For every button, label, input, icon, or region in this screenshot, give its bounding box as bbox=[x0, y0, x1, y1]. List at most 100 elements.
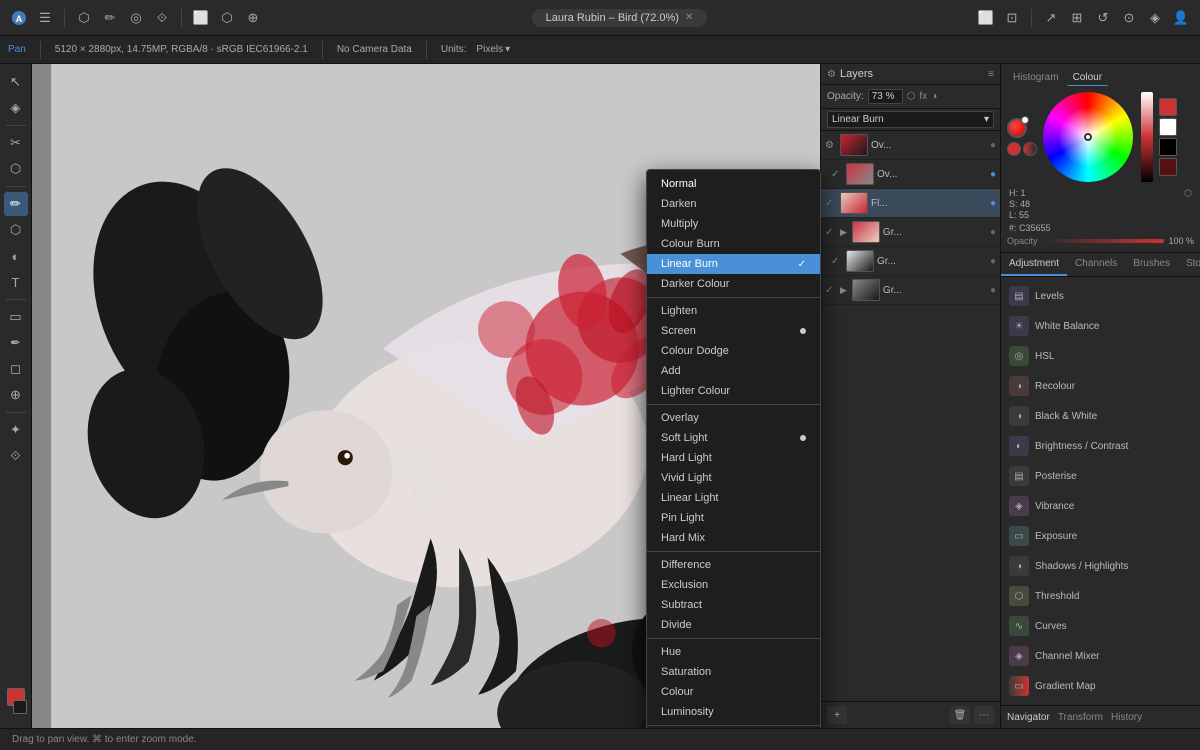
crop-tool[interactable]: ✂ bbox=[4, 131, 28, 155]
export-icon[interactable]: ⊞ bbox=[1066, 7, 1088, 29]
tool-icon-2[interactable]: ✏ bbox=[99, 7, 121, 29]
move-tool[interactable]: ↖ bbox=[4, 70, 28, 94]
visibility-icon[interactable]: ✓ bbox=[825, 227, 837, 238]
layer-options-button[interactable]: ⋯ bbox=[974, 706, 994, 724]
opacity-slider[interactable] bbox=[1042, 239, 1165, 243]
adj-bw[interactable]: ◑ Black & White bbox=[1005, 401, 1196, 431]
visibility-icon[interactable]: ⚙ bbox=[825, 140, 837, 151]
blend-vivid-light[interactable]: Vivid Light bbox=[647, 468, 820, 488]
mask-icon[interactable]: ◑ bbox=[931, 91, 937, 102]
blend-colour-dodge[interactable]: Colour Dodge bbox=[647, 341, 820, 361]
blend-normal[interactable]: Normal bbox=[647, 174, 820, 194]
paint-tool[interactable]: ⬡ bbox=[4, 218, 28, 242]
pen-tool[interactable]: ✒ bbox=[4, 331, 28, 355]
blend-linear-burn[interactable]: Linear Burn ✓ bbox=[647, 254, 820, 274]
fill-tool[interactable]: ◐ bbox=[4, 244, 28, 268]
layer-settings-icon[interactable]: ⚙ bbox=[827, 69, 836, 80]
group-arrow-icon[interactable]: ▶ bbox=[840, 227, 847, 238]
canvas-area[interactable]: ⚙ Layers ≡ Opacity: ⬡ fx ◑ Linear Burn ▾ bbox=[32, 64, 1000, 728]
tab-transform[interactable]: Transform bbox=[1058, 712, 1103, 723]
eyedropper-tool[interactable]: ✦ bbox=[4, 418, 28, 442]
blend-hue[interactable]: Hue bbox=[647, 642, 820, 662]
tab-stock[interactable]: Stock bbox=[1178, 253, 1200, 276]
tool-icon-5[interactable]: ⬜ bbox=[190, 7, 212, 29]
blend-colour[interactable]: Colour bbox=[647, 682, 820, 702]
adj-threshold[interactable]: ⬡ Threshold bbox=[1005, 581, 1196, 611]
tab-brushes[interactable]: Brushes bbox=[1125, 253, 1178, 276]
layer-item[interactable]: ⚙ Ov... ● bbox=[821, 131, 1000, 160]
view-icon-2[interactable]: ⊡ bbox=[1001, 7, 1023, 29]
tab-history[interactable]: History bbox=[1111, 712, 1142, 723]
selection-tool[interactable]: ◻ bbox=[4, 357, 28, 381]
opacity-input[interactable] bbox=[868, 89, 903, 104]
adj-recolour[interactable]: ◑ Recolour bbox=[1005, 371, 1196, 401]
adj-curves[interactable]: ∿ Curves bbox=[1005, 611, 1196, 641]
node-tool[interactable]: ◈ bbox=[4, 96, 28, 120]
alpha-lock-icon[interactable]: ⬡ bbox=[907, 91, 916, 102]
blend-soft-light[interactable]: Soft Light bbox=[647, 428, 820, 448]
blend-colour-burn[interactable]: Colour Burn bbox=[647, 234, 820, 254]
visibility-icon[interactable]: ✓ bbox=[831, 169, 843, 180]
adj-shadows[interactable]: ◑ Shadows / Highlights bbox=[1005, 551, 1196, 581]
visibility-icon[interactable]: ✓ bbox=[825, 198, 837, 209]
adj-brightness[interactable]: ◐ Brightness / Contrast bbox=[1005, 431, 1196, 461]
adj-gradient-map[interactable]: ▭ Gradient Map bbox=[1005, 671, 1196, 701]
tool-icon-6[interactable]: ⬡ bbox=[216, 7, 238, 29]
blend-pin-light[interactable]: Pin Light bbox=[647, 508, 820, 528]
adj-vibrance[interactable]: ◈ Vibrance bbox=[1005, 491, 1196, 521]
tab-channels[interactable]: Channels bbox=[1067, 253, 1125, 276]
tool-icon-3[interactable]: ◎ bbox=[125, 7, 147, 29]
visibility-icon[interactable]: ✓ bbox=[831, 256, 843, 267]
tab-navigator[interactable]: Navigator bbox=[1007, 712, 1050, 723]
shape-tool[interactable]: ▭ bbox=[4, 305, 28, 329]
layer-item[interactable]: ✓ Gr... ● bbox=[821, 247, 1000, 276]
colour-tab[interactable]: Colour bbox=[1067, 70, 1108, 86]
blend-mode-dropdown[interactable]: Normal Darken Multiply Colour Burn Linea… bbox=[646, 169, 821, 728]
blend-screen[interactable]: Screen bbox=[647, 321, 820, 341]
blend-linear-light[interactable]: Linear Light bbox=[647, 488, 820, 508]
blend-divide[interactable]: Divide bbox=[647, 615, 820, 635]
tool-icon-1[interactable]: ⬡ bbox=[73, 7, 95, 29]
share-icon[interactable]: ↗ bbox=[1040, 7, 1062, 29]
layer-item[interactable]: ✓ Ov... ● bbox=[821, 160, 1000, 189]
adj-white-balance[interactable]: ☀ White Balance bbox=[1005, 311, 1196, 341]
user-icon[interactable]: 👤 bbox=[1170, 7, 1192, 29]
blend-mode-button[interactable]: Linear Burn ▾ bbox=[827, 111, 994, 128]
swatch-white[interactable] bbox=[1159, 118, 1177, 136]
color-btn-1[interactable] bbox=[1007, 142, 1021, 156]
settings-icon-1[interactable]: ⊙ bbox=[1118, 7, 1140, 29]
view-icon-1[interactable]: ⬜ bbox=[975, 7, 997, 29]
zoom-tool[interactable]: ⊕ bbox=[4, 383, 28, 407]
swatch-black[interactable] bbox=[1159, 138, 1177, 156]
add-layer-button[interactable]: + bbox=[827, 706, 847, 724]
blend-lighter-colour[interactable]: Lighter Colour bbox=[647, 381, 820, 401]
color-btn-2[interactable] bbox=[1023, 142, 1037, 156]
histogram-tab[interactable]: Histogram bbox=[1007, 70, 1065, 86]
slice-tool[interactable]: ⬡ bbox=[4, 157, 28, 181]
blend-saturation[interactable]: Saturation bbox=[647, 662, 820, 682]
swatch-darkred[interactable] bbox=[1159, 158, 1177, 176]
blend-lighten[interactable]: Lighten bbox=[647, 301, 820, 321]
background-color[interactable] bbox=[13, 700, 27, 714]
settings-icon-2[interactable]: ◈ bbox=[1144, 7, 1166, 29]
group-arrow-icon[interactable]: ▶ bbox=[840, 285, 847, 296]
blend-overlay[interactable]: Overlay bbox=[647, 408, 820, 428]
blend-luminosity[interactable]: Luminosity bbox=[647, 702, 820, 722]
transform-tool[interactable]: ⟐ bbox=[4, 444, 28, 468]
blend-hard-mix[interactable]: Hard Mix bbox=[647, 528, 820, 548]
delete-layer-button[interactable]: 🗑 bbox=[950, 706, 970, 724]
blend-difference[interactable]: Difference bbox=[647, 555, 820, 575]
adj-channel-mixer[interactable]: ◈ Channel Mixer bbox=[1005, 641, 1196, 671]
text-tool[interactable]: T bbox=[4, 270, 28, 294]
menu-icon[interactable]: ☰ bbox=[34, 7, 56, 29]
color-wheel[interactable] bbox=[1043, 92, 1133, 182]
blend-add[interactable]: Add bbox=[647, 361, 820, 381]
brush-tool[interactable]: ✏ bbox=[4, 192, 28, 216]
visibility-icon[interactable]: ✓ bbox=[825, 285, 837, 296]
adj-exposure[interactable]: ▭ Exposure bbox=[1005, 521, 1196, 551]
color-wheel-area[interactable] bbox=[1043, 92, 1153, 182]
blend-hard-light[interactable]: Hard Light bbox=[647, 448, 820, 468]
app-icon[interactable]: A bbox=[8, 7, 30, 29]
brightness-strip[interactable] bbox=[1141, 92, 1153, 182]
blend-darken[interactable]: Darken bbox=[647, 194, 820, 214]
